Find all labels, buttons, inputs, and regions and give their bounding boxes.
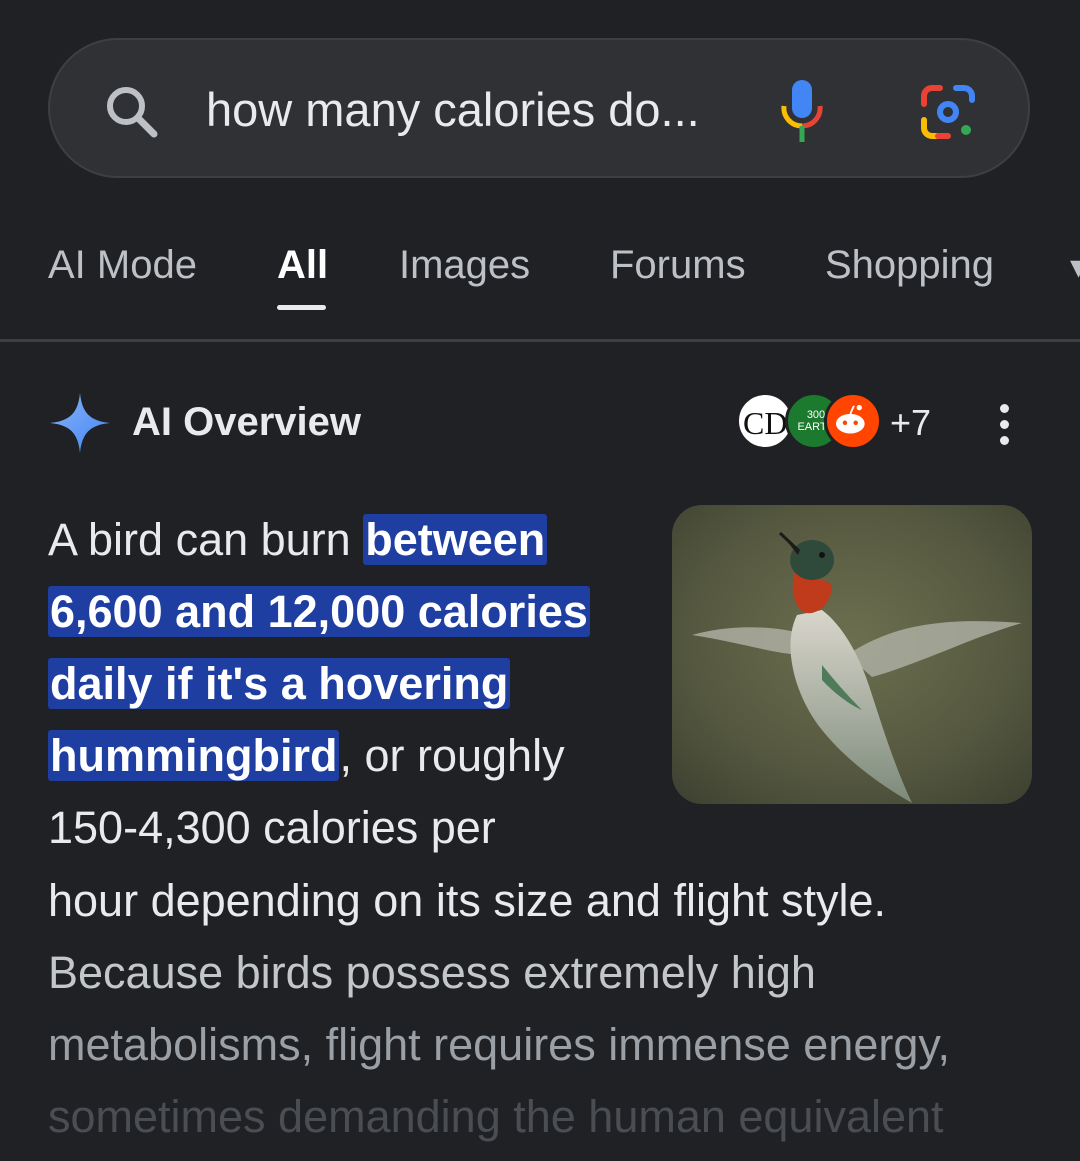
search-tabs: AI Mode All Images Forums Shopping ▾ <box>0 225 1080 341</box>
text-segment: A bird can burn <box>48 514 364 565</box>
more-sources-count[interactable]: +7 <box>890 402 931 444</box>
hummingbird-illustration <box>672 505 1032 804</box>
highlighted-text: hummingbird <box>48 730 340 781</box>
text-segment: , or roughly <box>339 730 565 781</box>
reddit-alien-icon <box>835 404 865 434</box>
active-tab-indicator <box>277 305 326 310</box>
text-segment: 150-4,300 calories per <box>48 802 496 853</box>
tab-images[interactable]: Images <box>399 243 530 288</box>
text-segment: sometimes demanding the human equivalent <box>48 1091 944 1142</box>
tab-shopping[interactable]: Shopping <box>825 243 994 288</box>
search-query-text[interactable]: how many calories do... <box>206 84 700 136</box>
search-bar[interactable]: how many calories do... <box>48 38 1030 178</box>
chevron-down-icon[interactable]: ▾ <box>1070 247 1080 287</box>
search-icon <box>107 87 158 138</box>
tab-forums[interactable]: Forums <box>610 243 746 288</box>
hummingbird-image[interactable] <box>672 505 1032 804</box>
text-segment: hour depending on its size and flight st… <box>48 875 887 926</box>
tab-all[interactable]: All <box>277 243 328 288</box>
tab-ai-mode[interactable]: AI Mode <box>48 243 197 288</box>
highlighted-text: 6,600 and 12,000 calories <box>48 586 590 637</box>
more-vert-icon[interactable] <box>996 404 1012 448</box>
reddit-icon[interactable] <box>824 392 882 450</box>
highlighted-text: daily if it's a hovering <box>48 658 511 709</box>
microphone-icon[interactable] <box>778 76 826 146</box>
sparkle-icon <box>50 393 110 453</box>
text-segment: metabolisms, flight requires immense ene… <box>48 1019 951 1070</box>
source-label: CD <box>743 405 788 441</box>
highlighted-text: between <box>363 514 548 565</box>
tabs-divider <box>0 339 1080 342</box>
google-lens-icon[interactable] <box>918 82 978 142</box>
ai-overview-title: AI Overview <box>132 400 362 444</box>
text-segment: Because birds possess extremely high <box>48 947 816 998</box>
